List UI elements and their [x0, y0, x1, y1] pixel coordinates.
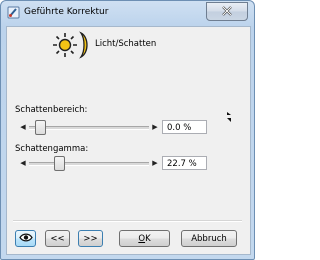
eye-icon: [18, 233, 33, 245]
window-title: Geführte Korrektur: [24, 7, 109, 17]
schattengamma-label: Schattengamma:: [15, 144, 89, 154]
title-bar[interactable]: Geführte Korrektur: [1, 1, 254, 25]
schattenbereich-value-field[interactable]: 0.0 %: [162, 120, 207, 134]
slider-left-arrow-icon[interactable]: ◀: [19, 158, 27, 168]
mode-label: Licht/Schatten: [95, 39, 157, 49]
brush-icon: [7, 6, 20, 19]
close-button[interactable]: [206, 2, 248, 21]
slider-thumb[interactable]: [54, 156, 66, 171]
ok-label-rest: K: [145, 233, 151, 244]
slider-right-arrow-icon[interactable]: ▶: [151, 158, 159, 168]
slider-left-arrow-icon[interactable]: ◀: [19, 122, 27, 132]
schattenbereich-slider[interactable]: ◀ ▶: [19, 120, 159, 135]
slider-track[interactable]: [29, 126, 149, 130]
schattenbereich-label: Schattenbereich:: [15, 105, 88, 115]
slider-thumb[interactable]: [35, 120, 47, 135]
divider: [13, 220, 242, 222]
preview-toggle-button[interactable]: [15, 230, 36, 247]
close-icon: [221, 5, 233, 18]
schattengamma-slider[interactable]: ◀ ▶: [19, 156, 159, 171]
next-button[interactable]: >>: [78, 230, 103, 247]
slider-track[interactable]: [29, 162, 149, 166]
cancel-button[interactable]: Abbruch: [181, 230, 237, 247]
schattengamma-value-field[interactable]: 22.7 %: [162, 156, 207, 170]
slider-right-arrow-icon[interactable]: ▶: [151, 122, 159, 132]
previous-button[interactable]: <<: [45, 230, 70, 247]
sun-moon-icon: [48, 31, 92, 59]
ok-mnemonic: O: [138, 233, 146, 244]
sort-arrows-icon[interactable]: [226, 111, 232, 123]
dialog-window: Geführte Korrektur Licht/Schatten Schatt…: [0, 0, 255, 260]
ok-button[interactable]: OK: [119, 230, 170, 247]
